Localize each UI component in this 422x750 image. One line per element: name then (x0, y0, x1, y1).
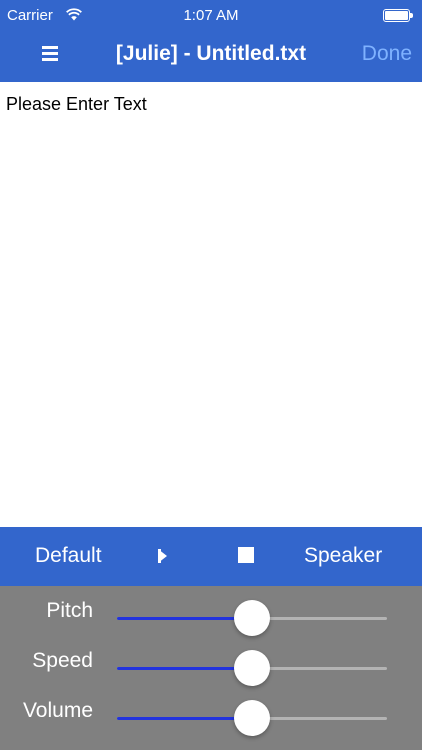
voice-settings-panel: Pitch Speed Volume (0, 586, 422, 750)
volume-slider-row: Volume (0, 686, 422, 736)
speed-label: Speed (32, 649, 93, 672)
volume-slider-fill (117, 717, 252, 720)
speed-slider-fill (117, 667, 252, 670)
speed-slider-thumb[interactable] (234, 650, 270, 686)
done-button[interactable]: Done (362, 42, 412, 66)
text-editor[interactable] (0, 82, 422, 527)
playback-toolbar: Default Speaker (0, 527, 422, 586)
navigation-bar: [Julie] - Untitled.txt Done (0, 30, 422, 82)
status-bar: Carrier 1:07 AM (0, 0, 422, 30)
pitch-slider-fill (117, 617, 252, 620)
battery-icon (383, 9, 413, 22)
pitch-label: Pitch (46, 599, 93, 622)
volume-slider-thumb[interactable] (234, 700, 270, 736)
volume-label: Volume (22, 699, 93, 722)
speaker-button[interactable]: Speaker (304, 544, 382, 568)
status-time: 1:07 AM (183, 7, 239, 24)
pitch-slider-thumb[interactable] (234, 600, 270, 636)
speed-slider-row: Speed (0, 636, 422, 686)
pitch-slider-row: Pitch (0, 586, 422, 636)
default-button[interactable]: Default (35, 544, 102, 568)
stop-icon[interactable] (238, 547, 254, 563)
play-icon[interactable] (155, 546, 171, 566)
page-title: [Julie] - Untitled.txt (115, 42, 307, 65)
app-screen: Carrier 1:07 AM [Julie] - Untitled.txt D… (0, 0, 422, 750)
